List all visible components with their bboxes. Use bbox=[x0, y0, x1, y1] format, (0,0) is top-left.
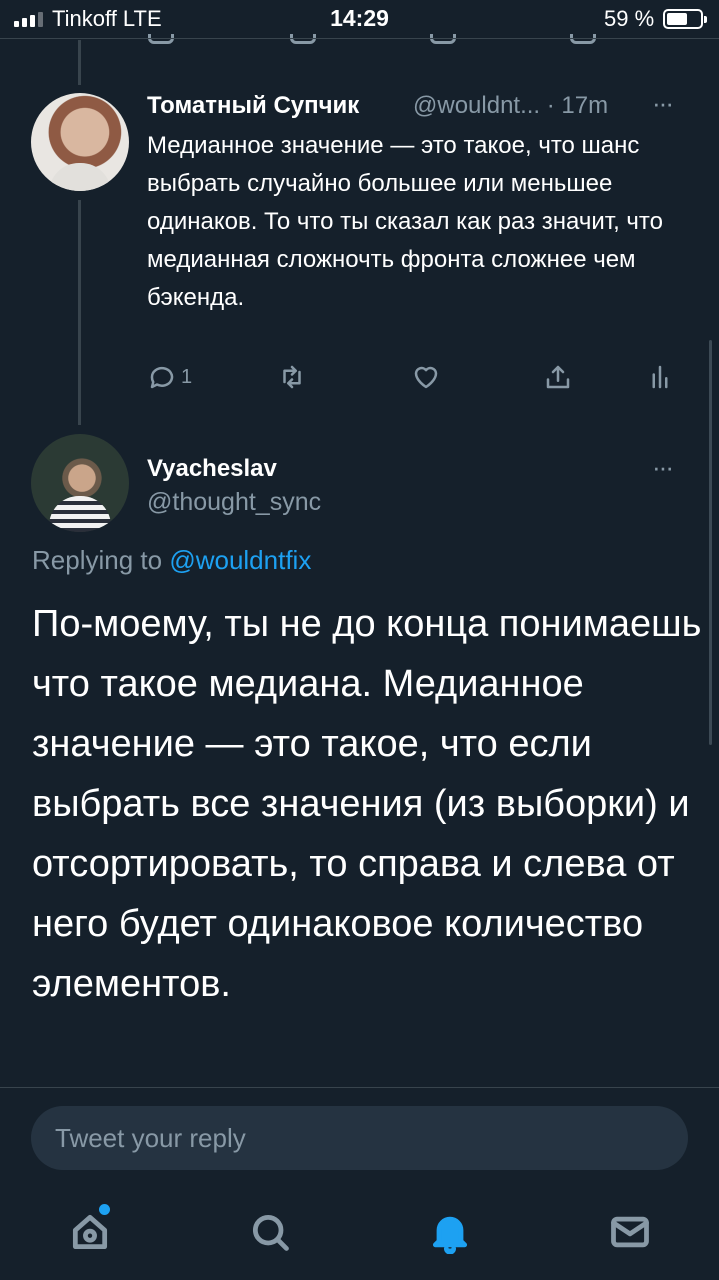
share-icon bbox=[546, 365, 570, 389]
author-name[interactable]: Vyacheslav bbox=[147, 455, 277, 483]
like-icon bbox=[414, 366, 438, 389]
tweet-text: По-моему, ты не до конца понимаешь что т… bbox=[32, 603, 702, 1005]
more-icon[interactable]: ··· bbox=[652, 452, 674, 483]
author-handle[interactable]: @thought_sync bbox=[147, 488, 321, 517]
reply-placeholder: Tweet your reply bbox=[55, 1123, 246, 1153]
avatar[interactable] bbox=[31, 93, 129, 191]
share-button[interactable] bbox=[543, 362, 573, 392]
reply-button[interactable]: 1 bbox=[147, 362, 192, 392]
retweet-icon bbox=[283, 365, 301, 389]
tweet-text: Медианное значение — это такое, что шанс… bbox=[147, 132, 663, 311]
reply-icon bbox=[150, 366, 174, 389]
replying-prefix: Replying to bbox=[32, 545, 170, 575]
mention-link[interactable]: @wouldntfix bbox=[169, 545, 311, 575]
composer-divider bbox=[0, 1087, 719, 1088]
scrollbar[interactable] bbox=[709, 340, 712, 745]
notifications-icon bbox=[432, 1216, 468, 1255]
new-content-indicator bbox=[99, 1204, 110, 1215]
status-divider bbox=[0, 38, 719, 39]
tab-messages[interactable] bbox=[608, 1210, 652, 1254]
author-name[interactable]: Томатный Супчик bbox=[147, 92, 359, 120]
battery-icon bbox=[663, 9, 707, 29]
thread-line-middle bbox=[78, 200, 81, 425]
more-icon[interactable]: ··· bbox=[652, 88, 674, 119]
home-icon bbox=[72, 1214, 108, 1250]
tab-notifications[interactable] bbox=[428, 1210, 472, 1255]
thread-line-top bbox=[78, 40, 81, 85]
messages-icon bbox=[611, 1216, 649, 1248]
battery-percent: 59 % bbox=[604, 6, 655, 31]
tab-home[interactable] bbox=[68, 1204, 112, 1254]
avatar[interactable] bbox=[31, 434, 129, 532]
reply-input[interactable]: Tweet your reply bbox=[31, 1106, 688, 1170]
reply-count: 1 bbox=[181, 365, 193, 388]
like-button[interactable] bbox=[411, 362, 441, 392]
previous-tweet-actions bbox=[140, 34, 620, 48]
tab-search[interactable] bbox=[248, 1210, 292, 1254]
tweet-actions: 1 bbox=[147, 362, 687, 398]
analytics-button[interactable] bbox=[645, 362, 675, 392]
search-icon bbox=[252, 1214, 289, 1251]
tab-bar bbox=[0, 1190, 719, 1280]
author-handle[interactable]: @wouldnt... · 17m bbox=[413, 92, 608, 120]
analytics-icon bbox=[652, 365, 668, 389]
retweet-button[interactable] bbox=[277, 362, 307, 392]
replying-to: Replying to @wouldntfix bbox=[32, 545, 311, 576]
